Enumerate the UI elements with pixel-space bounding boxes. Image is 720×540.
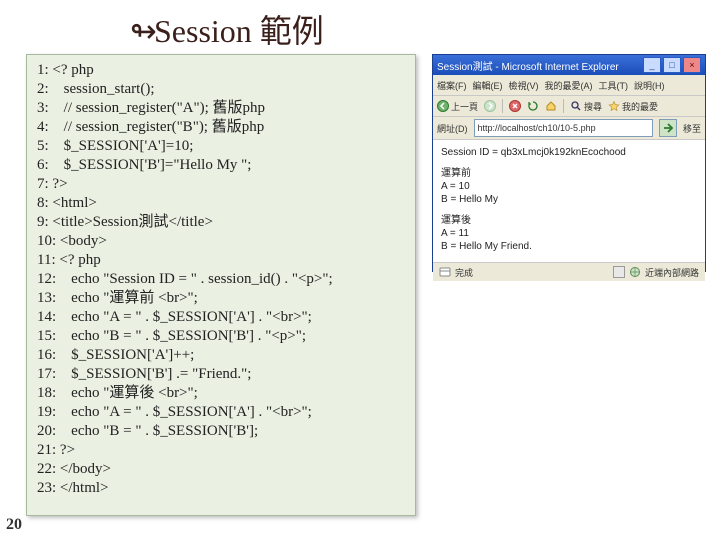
output-before-a: A = 10 — [441, 180, 697, 193]
address-label: 網址(D) — [437, 122, 468, 135]
star-icon — [608, 100, 620, 112]
browser-toolbar: 上一頁 搜尋 我的最愛 — [433, 96, 705, 117]
home-icon[interactable] — [545, 100, 557, 112]
close-button[interactable]: × — [683, 57, 701, 73]
output-after-b: B = Hello My Friend. — [441, 240, 697, 253]
toolbar-sep — [502, 99, 503, 113]
status-done: 完成 — [455, 266, 473, 279]
minimize-button[interactable]: _ — [643, 57, 661, 73]
output-session-id: Session ID = qb3xLmcj0k192knEcochood — [441, 146, 697, 159]
done-icon — [439, 266, 451, 278]
menu-file[interactable]: 檔案(F) — [437, 79, 467, 92]
output-before-header: 運算前 — [441, 167, 697, 180]
slide-title: ↬Session 範例 — [130, 6, 324, 52]
zone-icon — [629, 266, 641, 278]
menu-edit[interactable]: 編輯(E) — [473, 79, 503, 92]
maximize-button[interactable]: □ — [663, 57, 681, 73]
search-button[interactable]: 搜尋 — [570, 100, 602, 113]
back-icon — [437, 100, 449, 112]
back-label: 上一頁 — [451, 100, 478, 113]
search-icon — [570, 100, 582, 112]
code-content: 1: <? php 2: session_start(); 3: // sess… — [37, 61, 405, 498]
stop-icon[interactable] — [509, 100, 521, 112]
browser-title: Session測試 - Microsoft Internet Explorer — [437, 58, 641, 73]
menu-tools[interactable]: 工具(T) — [599, 79, 629, 92]
browser-menubar: 檔案(F) 編輯(E) 檢視(V) 我的最愛(A) 工具(T) 說明(H) — [433, 75, 705, 96]
title-text: Session 範例 — [154, 13, 324, 49]
page-number: 20 — [6, 516, 22, 534]
menu-view[interactable]: 檢視(V) — [509, 79, 539, 92]
browser-titlebar: Session測試 - Microsoft Internet Explorer … — [433, 55, 705, 75]
favorites-button[interactable]: 我的最愛 — [608, 100, 658, 113]
output-after-a: A = 11 — [441, 227, 697, 240]
menu-fav[interactable]: 我的最愛(A) — [545, 79, 593, 92]
go-button[interactable] — [659, 119, 677, 137]
browser-addressbar: 網址(D) http://localhost/ch10/10-5.php 移至 — [433, 117, 705, 140]
favorites-label: 我的最愛 — [622, 100, 658, 113]
browser-window: Session測試 - Microsoft Internet Explorer … — [432, 54, 706, 272]
back-button[interactable]: 上一頁 — [437, 100, 478, 113]
status-chip — [613, 266, 625, 278]
menu-help[interactable]: 說明(H) — [634, 79, 665, 92]
search-label: 搜尋 — [584, 100, 602, 113]
output-after-header: 運算後 — [441, 214, 697, 227]
status-zone: 近端內部網路 — [645, 266, 699, 279]
forward-icon[interactable] — [484, 100, 496, 112]
code-block: 1: <? php 2: session_start(); 3: // sess… — [26, 54, 416, 516]
browser-viewport: Session ID = qb3xLmcj0k192knEcochood 運算前… — [433, 140, 705, 262]
title-bullet-icon: ↬ — [130, 12, 148, 50]
go-icon — [660, 120, 676, 136]
toolbar-sep-2 — [563, 99, 564, 113]
output-before-b: B = Hello My — [441, 193, 697, 206]
browser-statusbar: 完成 近端內部網路 — [433, 262, 705, 281]
go-label: 移至 — [683, 122, 701, 135]
refresh-icon[interactable] — [527, 100, 539, 112]
address-input[interactable]: http://localhost/ch10/10-5.php — [474, 119, 653, 137]
